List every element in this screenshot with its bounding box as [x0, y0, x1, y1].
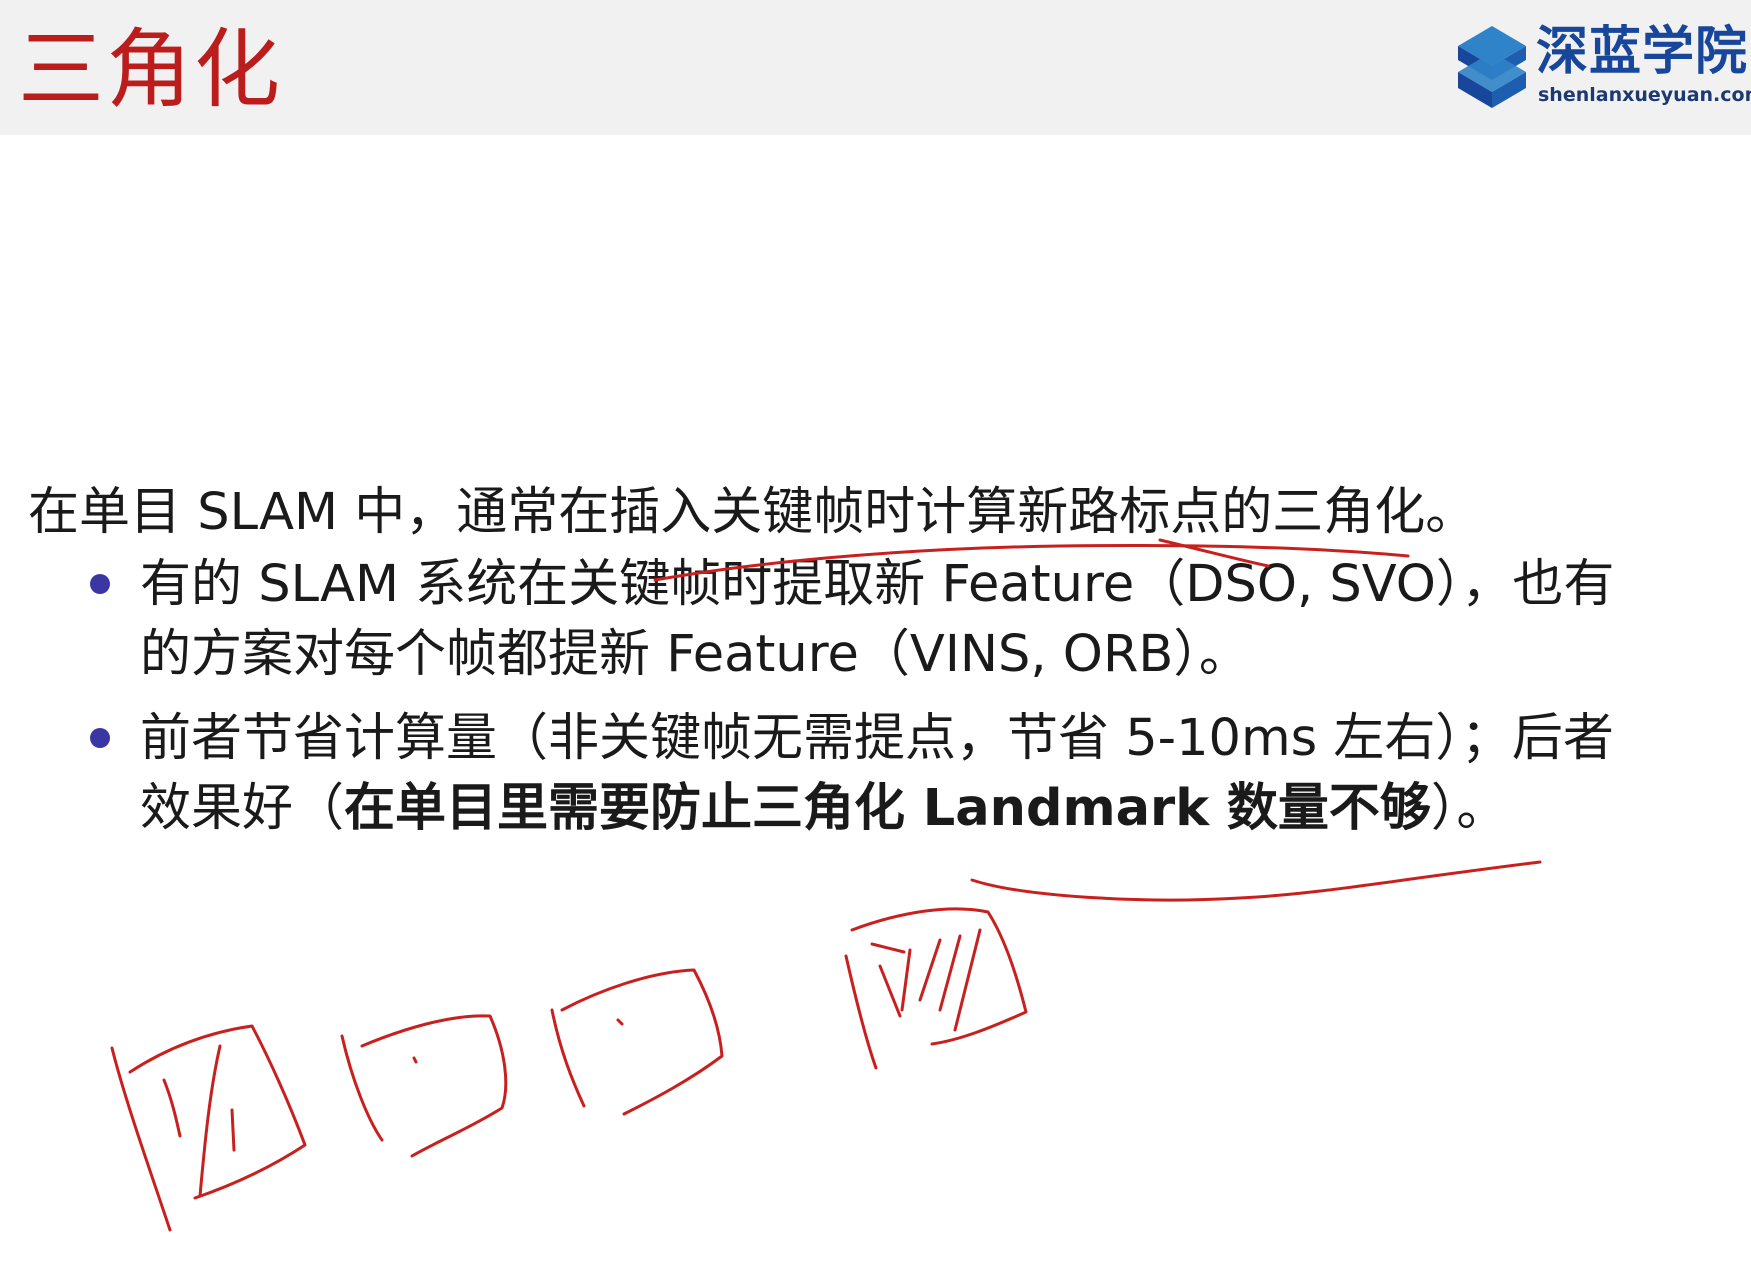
- frame-sketch: [900, 948, 912, 1012]
- frame-sketch: [918, 938, 942, 1002]
- frame-sketch: [128, 1024, 307, 1200]
- logo-name: 深蓝学院: [1536, 22, 1749, 82]
- logo: 深蓝学院 shenlanxueyuan.com: [1440, 14, 1751, 114]
- bullet-text-bold: 在单目里需要防止三角化 Landmark 数量不够: [344, 779, 1431, 838]
- bullet-dot-icon: [90, 728, 110, 748]
- bullet-item: 有的 SLAM 系统在关键帧时提取新 Feature（DSO, SVO），也有 …: [28, 550, 1728, 690]
- bullet-line: 前者节省计算量（非关键帧无需提点，节省 5-10ms 左右）；后者: [140, 709, 1614, 768]
- logo-url: shenlanxueyuan.com: [1538, 84, 1751, 106]
- bullet-line: 的方案对每个帧都提新 Feature（VINS, ORB）。: [140, 625, 1250, 684]
- frame-sketch: [412, 1056, 418, 1064]
- frame-sketch: [844, 954, 878, 1070]
- bullet-line: 效果好（在单目里需要防止三角化 Landmark 数量不够）。: [140, 774, 1728, 844]
- slide-title: 三角化: [18, 20, 282, 120]
- frame-sketch: [938, 934, 962, 1012]
- slide-body: 在单目 SLAM 中，通常在插入关键帧时计算新路标点的三角化。 有的 SLAM …: [28, 478, 1728, 844]
- lead-text: 在单目 SLAM 中，通常在插入关键帧时计算新路标点的三角化。: [28, 483, 1477, 542]
- frame-sketch: [230, 1108, 236, 1152]
- frame-sketch: [953, 928, 982, 1032]
- bullet-list: 有的 SLAM 系统在关键帧时提取新 Feature（DSO, SVO），也有 …: [28, 550, 1728, 844]
- frame-sketch: [198, 1044, 222, 1198]
- bullet-text-prefix: 效果好（: [140, 779, 345, 838]
- frame-sketch: [560, 968, 724, 1116]
- frame-sketch: [850, 907, 1028, 1046]
- frame-sketch: [616, 1018, 624, 1026]
- frame-sketch: [870, 942, 906, 954]
- bullet-text-suffix: ）。: [1430, 779, 1508, 838]
- bullet-line: 有的 SLAM 系统在关键帧时提取新 Feature（DSO, SVO），也有: [140, 555, 1615, 614]
- frame-sketch: [550, 1008, 586, 1108]
- underline-stroke: [970, 860, 1542, 902]
- frame-sketch: [878, 964, 902, 1018]
- logo-mark-icon: [1458, 26, 1526, 108]
- slide-header: 三角化 深蓝学院 shenlanxueyuan.com: [0, 0, 1751, 135]
- bullet-item: 前者节省计算量（非关键帧无需提点，节省 5-10ms 左右）；后者 效果好（在单…: [28, 704, 1728, 844]
- frame-sketch: [162, 1078, 182, 1138]
- frame-sketch: [110, 1046, 172, 1232]
- frame-sketch: [340, 1034, 384, 1142]
- bullet-dot-icon: [90, 574, 110, 594]
- frame-sketch: [360, 1014, 508, 1158]
